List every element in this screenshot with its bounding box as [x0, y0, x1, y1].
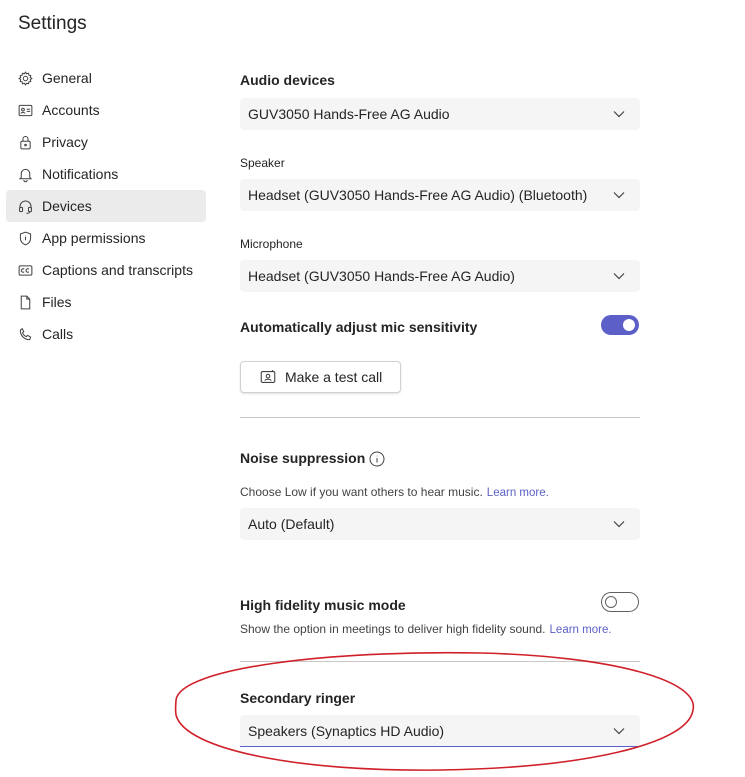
- divider: [240, 417, 640, 418]
- lock-icon: [16, 133, 34, 151]
- toggle-knob: [605, 596, 617, 608]
- sidebar-item-captions[interactable]: Captions and transcripts: [6, 254, 206, 286]
- bell-icon: [16, 165, 34, 183]
- make-test-call-label: Make a test call: [285, 369, 383, 385]
- sidebar-item-files[interactable]: Files: [6, 286, 206, 318]
- speaker-value: Headset (GUV3050 Hands-Free AG Audio) (B…: [248, 187, 588, 203]
- speaker-dropdown[interactable]: Headset (GUV3050 Hands-Free AG Audio) (B…: [240, 179, 640, 211]
- secondary-ringer-dropdown[interactable]: Speakers (Synaptics HD Audio): [240, 715, 640, 747]
- speaker-label: Speaker: [240, 156, 285, 170]
- noise-learn-more-link[interactable]: Learn more.: [487, 487, 549, 499]
- sidebar-item-app-permissions[interactable]: App permissions: [6, 222, 206, 254]
- chevron-down-icon: [612, 107, 626, 121]
- noise-suppression-dropdown[interactable]: Auto (Default): [240, 508, 640, 540]
- microphone-dropdown[interactable]: Headset (GUV3050 Hands-Free AG Audio): [240, 260, 640, 292]
- noise-suppression-value: Auto (Default): [248, 516, 335, 532]
- sidebar-item-label: Privacy: [42, 134, 88, 150]
- gear-icon: [16, 69, 34, 87]
- sidebar-item-privacy[interactable]: Privacy: [6, 126, 206, 158]
- sidebar-item-label: General: [42, 70, 92, 86]
- sidebar-item-label: Notifications: [42, 166, 119, 182]
- chevron-down-icon: [612, 517, 626, 531]
- hifi-music-mode-toggle[interactable]: [601, 592, 639, 612]
- sidebar-item-label: Files: [42, 294, 72, 310]
- divider: [240, 661, 640, 662]
- sidebar-item-label: Devices: [42, 198, 92, 214]
- sidebar-item-notifications[interactable]: Notifications: [6, 158, 206, 190]
- hifi-learn-more-link[interactable]: Learn more.: [550, 624, 612, 636]
- sidebar-item-label: App permissions: [42, 230, 146, 246]
- sidebar-item-accounts[interactable]: Accounts: [6, 94, 206, 126]
- secondary-ringer-value: Speakers (Synaptics HD Audio): [248, 722, 445, 739]
- make-test-call-button[interactable]: Make a test call: [240, 361, 402, 393]
- settings-sidebar: General Accounts Privacy Notifications D…: [6, 62, 206, 350]
- microphone-value: Headset (GUV3050 Hands-Free AG Audio): [248, 268, 515, 284]
- noise-description-text: Choose Low if you want others to hear mu…: [240, 485, 483, 499]
- sidebar-item-calls[interactable]: Calls: [6, 318, 206, 350]
- cc-icon: [16, 261, 34, 279]
- info-icon[interactable]: [369, 451, 385, 467]
- audio-device-dropdown[interactable]: GUV3050 Hands-Free AG Audio: [240, 98, 640, 130]
- chevron-down-icon: [612, 188, 626, 202]
- sidebar-item-label: Captions and transcripts: [42, 262, 193, 278]
- test-call-icon: [259, 368, 277, 386]
- sidebar-item-general[interactable]: General: [6, 62, 206, 94]
- file-icon: [16, 293, 34, 311]
- phone-icon: [16, 325, 34, 343]
- hifi-music-mode-heading: High fidelity music mode: [240, 597, 406, 613]
- sidebar-item-label: Accounts: [42, 102, 100, 118]
- audio-device-value: GUV3050 Hands-Free AG Audio: [248, 106, 450, 122]
- secondary-ringer-heading: Secondary ringer: [240, 690, 356, 706]
- id-card-icon: [16, 101, 34, 119]
- sidebar-item-label: Calls: [42, 326, 74, 342]
- auto-adjust-mic-label: Automatically adjust mic sensitivity: [240, 319, 478, 335]
- headset-icon: [16, 197, 34, 215]
- sidebar-item-devices[interactable]: Devices: [6, 190, 206, 222]
- auto-adjust-mic-toggle[interactable]: [601, 315, 639, 335]
- hifi-description: Show the option in meetings to deliver h…: [240, 622, 612, 636]
- audio-devices-heading: Audio devices: [240, 72, 335, 88]
- noise-suppression-description: Choose Low if you want others to hear mu…: [240, 485, 549, 499]
- noise-suppression-heading: Noise suppression: [240, 450, 366, 466]
- chevron-down-icon: [612, 269, 626, 283]
- hifi-description-text: Show the option in meetings to deliver h…: [240, 622, 546, 636]
- toggle-knob: [623, 319, 635, 331]
- page-title: Settings: [18, 13, 87, 34]
- microphone-label: Microphone: [240, 237, 303, 251]
- chevron-down-icon: [612, 724, 626, 738]
- shield-icon: [16, 229, 34, 247]
